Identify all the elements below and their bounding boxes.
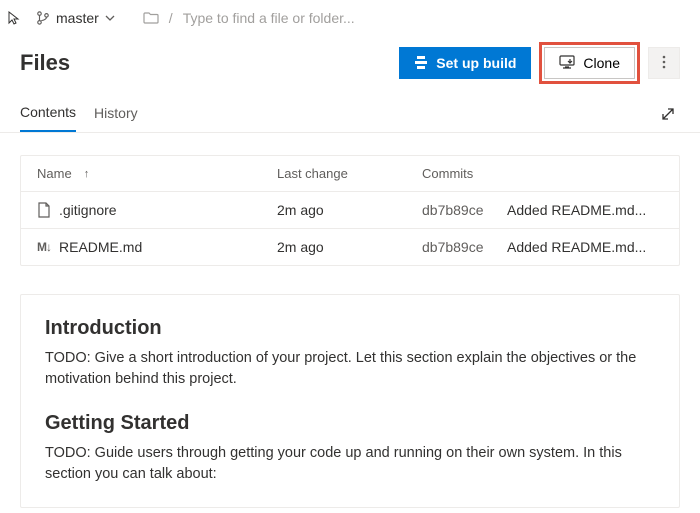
clone-button[interactable]: Clone xyxy=(544,47,635,79)
tab-contents[interactable]: Contents xyxy=(20,98,76,132)
file-lastchange: 2m ago xyxy=(277,202,422,218)
setup-build-button[interactable]: Set up build xyxy=(399,47,531,79)
clone-icon xyxy=(559,55,575,72)
tab-history[interactable]: History xyxy=(94,99,138,131)
file-icon xyxy=(37,202,51,218)
sort-asc-icon: ↑ xyxy=(84,168,90,180)
markdown-icon: M↓ xyxy=(37,240,51,254)
commit-message[interactable]: Added README.md... xyxy=(507,239,663,255)
path-separator: / xyxy=(169,10,173,26)
readme-paragraph: TODO: Give a short introduction of your … xyxy=(45,348,655,390)
file-name: README.md xyxy=(59,239,142,255)
kebab-icon xyxy=(662,55,666,72)
page-title: Files xyxy=(20,50,399,76)
commit-hash[interactable]: db7b89ce xyxy=(422,239,507,255)
more-actions-button[interactable] xyxy=(648,47,680,79)
build-icon xyxy=(414,55,428,72)
chevron-down-icon xyxy=(105,13,115,23)
file-table: Name ↑ Last change Commits .gitignore 2m… xyxy=(20,155,680,266)
header-row: Files Set up build Clone xyxy=(0,36,700,88)
readme-heading-intro: Introduction xyxy=(45,317,655,340)
commit-hash[interactable]: db7b89ce xyxy=(422,202,507,218)
table-row[interactable]: .gitignore 2m ago db7b89ce Added README.… xyxy=(21,192,679,229)
readme-heading-getting-started: Getting Started xyxy=(45,412,655,435)
expand-icon[interactable] xyxy=(656,102,680,129)
top-bar: master / Type to find a file or folder..… xyxy=(0,0,700,36)
readme-preview: Introduction TODO: Give a short introduc… xyxy=(20,294,680,508)
tabs-bar: Contents History xyxy=(0,88,700,133)
col-header-lastchange[interactable]: Last change xyxy=(277,166,422,181)
branch-selector[interactable]: master xyxy=(32,8,119,28)
commit-message[interactable]: Added README.md... xyxy=(507,202,663,218)
col-header-commits[interactable]: Commits xyxy=(422,166,507,181)
file-lastchange: 2m ago xyxy=(277,239,422,255)
clone-label: Clone xyxy=(583,55,620,71)
clone-callout-highlight: Clone xyxy=(539,42,640,84)
table-row[interactable]: M↓ README.md 2m ago db7b89ce Added READM… xyxy=(21,229,679,265)
cursor-icon xyxy=(8,11,22,25)
branch-name: master xyxy=(56,10,99,26)
file-name: .gitignore xyxy=(59,202,117,218)
folder-icon[interactable] xyxy=(143,11,159,25)
setup-build-label: Set up build xyxy=(436,55,516,71)
table-header-row: Name ↑ Last change Commits xyxy=(21,156,679,192)
branch-icon xyxy=(36,11,50,25)
col-header-name[interactable]: Name ↑ xyxy=(37,166,277,181)
readme-paragraph: TODO: Guide users through getting your c… xyxy=(45,443,655,485)
file-search-input[interactable]: Type to find a file or folder... xyxy=(183,10,682,26)
